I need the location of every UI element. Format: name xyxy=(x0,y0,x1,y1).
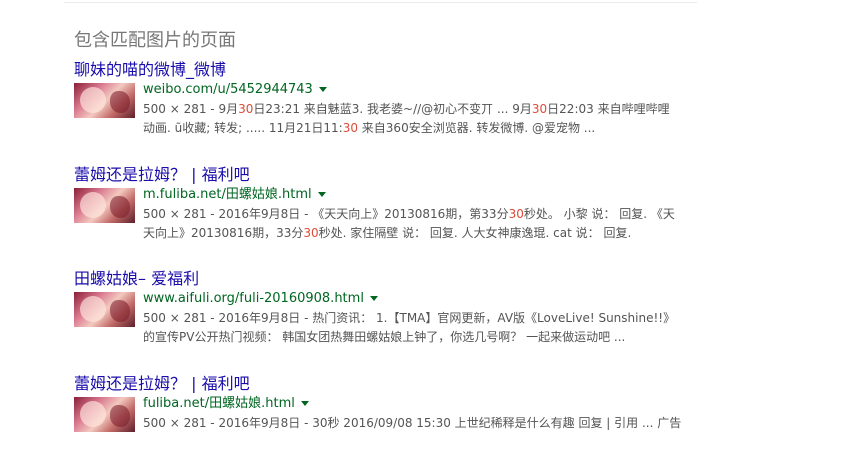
snippet-text: 秒处。 小黎 说： 回复. 《天 xyxy=(523,207,675,221)
snippet-text: 日23:21 来自魅蓝3. 我老婆~//@初心不变丌 ... 9月 xyxy=(253,102,532,116)
snippet-text: 动画. ũ收藏; 转发; ..... 11月21日11: xyxy=(143,121,343,135)
snippet-highlight: 30 xyxy=(303,226,319,240)
snippet-text: 日22:03 来自哔哩哔哩 xyxy=(547,102,670,116)
snippet-highlight: 30 xyxy=(508,207,524,221)
result-thumbnail[interactable] xyxy=(74,83,135,118)
result-meta: www.aifuli.org/fuli-20160908.html 500 × … xyxy=(143,290,693,347)
snippet-line: 500 × 281 - 2016年9月8日 - 《天天向上》20130816期，… xyxy=(143,205,693,224)
snippet-text: 500 × 281 - 2016年9月8日 - 《天天向上》20130816期，… xyxy=(143,207,509,221)
result-title-link[interactable]: 蕾姆还是拉姆？ | 福利吧 xyxy=(74,373,694,395)
result-url-line: weibo.com/u/5452944743 xyxy=(143,81,693,99)
result-meta: weibo.com/u/5452944743 500 × 281 - 9月30日… xyxy=(143,81,693,138)
result-snippet: 500 × 281 - 2016年9月8日 - 《天天向上》20130816期，… xyxy=(143,205,693,243)
search-result: 田螺姑娘– 爱福利 www.aifuli.org/fuli-20160908.h… xyxy=(74,268,694,354)
result-title-link[interactable]: 蕾姆还是拉姆？ | 福利吧 xyxy=(74,164,694,186)
snippet-line: 的宣传PV公开热门视频： 韩国女团热舞田螺姑娘上钟了，你选几号啊？ 一起来做运动… xyxy=(143,328,693,347)
result-url-line: m.fuliba.net/田螺姑娘.html xyxy=(143,186,693,204)
snippet-line: 动画. ũ收藏; 转发; ..... 11月21日11:30 来自360安全浏览… xyxy=(143,119,693,138)
search-result: 蕾姆还是拉姆？ | 福利吧 m.fuliba.net/田螺姑娘.html 500… xyxy=(74,164,694,250)
result-thumbnail[interactable] xyxy=(74,397,135,432)
dropdown-arrow-icon[interactable] xyxy=(369,296,378,301)
snippet-text: 秒处. 家住隔壁 说： 回复. 人大女神康逸琨. cat 说： 回复. xyxy=(318,226,632,240)
snippet-line: 500 × 281 - 2016年9月8日 - 30秒 2016/09/08 1… xyxy=(143,414,693,433)
result-url[interactable]: weibo.com/u/5452944743 xyxy=(143,82,313,97)
snippet-text: 500 × 281 - 2016年9月8日 - 热门资讯： 1.【TMA】官网更… xyxy=(143,311,676,325)
result-body: www.aifuli.org/fuli-20160908.html 500 × … xyxy=(74,290,694,354)
result-snippet: 500 × 281 - 2016年9月8日 - 热门资讯： 1.【TMA】官网更… xyxy=(143,309,693,347)
snippet-highlight: 30 xyxy=(342,121,358,135)
top-divider xyxy=(64,2,697,3)
dropdown-arrow-icon[interactable] xyxy=(318,87,327,92)
result-body: fuliba.net/田螺姑娘.html 500 × 281 - 2016年9月… xyxy=(74,395,694,459)
section-heading: 包含匹配图片的页面 xyxy=(74,30,236,51)
result-url-line: www.aifuli.org/fuli-20160908.html xyxy=(143,290,693,308)
result-body: m.fuliba.net/田螺姑娘.html 500 × 281 - 2016年… xyxy=(74,186,694,250)
snippet-line: 500 × 281 - 9月30日23:21 来自魅蓝3. 我老婆~//@初心不… xyxy=(143,100,693,119)
snippet-highlight: 30 xyxy=(531,102,548,116)
result-url[interactable]: fuliba.net/田螺姑娘.html xyxy=(143,396,295,411)
snippet-text: 来自360安全浏览器. 转发微博. @爱宠物 ... xyxy=(357,121,596,135)
result-meta: m.fuliba.net/田螺姑娘.html 500 × 281 - 2016年… xyxy=(143,186,693,243)
dropdown-arrow-icon[interactable] xyxy=(317,192,326,197)
result-thumbnail[interactable] xyxy=(74,188,135,223)
snippet-highlight: 30 xyxy=(238,102,254,116)
result-url[interactable]: m.fuliba.net/田螺姑娘.html xyxy=(143,187,312,202)
snippet-text: 的宣传PV公开热门视频： 韩国女团热舞田螺姑娘上钟了，你选几号啊？ 一起来做运动… xyxy=(143,330,626,344)
snippet-text: 天向上》20130816期，33分 xyxy=(143,226,304,240)
snippet-text: 500 × 281 - 9月 xyxy=(143,102,239,116)
result-snippet: 500 × 281 - 2016年9月8日 - 30秒 2016/09/08 1… xyxy=(143,414,693,433)
result-snippet: 500 × 281 - 9月30日23:21 来自魅蓝3. 我老婆~//@初心不… xyxy=(143,100,693,138)
snippet-line: 500 × 281 - 2016年9月8日 - 热门资讯： 1.【TMA】官网更… xyxy=(143,309,693,328)
result-url[interactable]: www.aifuli.org/fuli-20160908.html xyxy=(143,291,364,306)
result-body: weibo.com/u/5452944743 500 × 281 - 9月30日… xyxy=(74,81,694,145)
result-url-line: fuliba.net/田螺姑娘.html xyxy=(143,395,693,413)
snippet-line: 天向上》20130816期，33分30秒处. 家住隔壁 说： 回复. 人大女神康… xyxy=(143,224,693,243)
search-result: 聊妹的喵的微博_微博 weibo.com/u/5452944743 500 × … xyxy=(74,59,694,145)
snippet-text: 500 × 281 - 2016年9月8日 - 30秒 2016/09/08 1… xyxy=(143,416,682,430)
result-title-link[interactable]: 聊妹的喵的微博_微博 xyxy=(74,59,694,81)
search-result: 蕾姆还是拉姆？ | 福利吧 fuliba.net/田螺姑娘.html 500 ×… xyxy=(74,373,694,459)
result-meta: fuliba.net/田螺姑娘.html 500 × 281 - 2016年9月… xyxy=(143,395,693,433)
result-thumbnail[interactable] xyxy=(74,292,135,327)
dropdown-arrow-icon[interactable] xyxy=(300,401,309,406)
result-title-link[interactable]: 田螺姑娘– 爱福利 xyxy=(74,268,694,290)
